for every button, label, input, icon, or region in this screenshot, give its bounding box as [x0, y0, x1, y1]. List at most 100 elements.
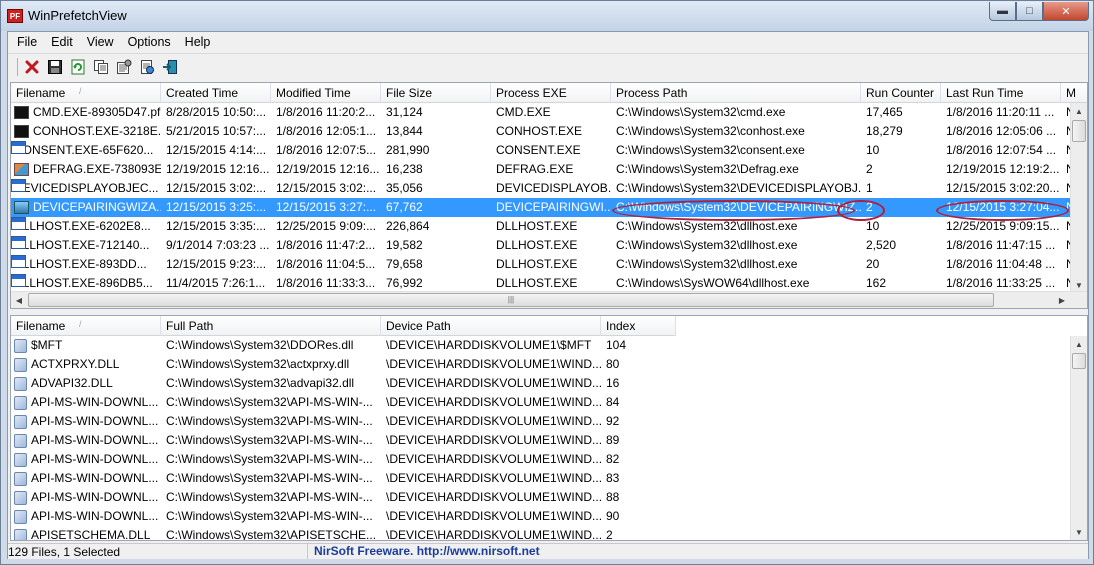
html-report-button[interactable]: [137, 57, 157, 77]
column-header-filename[interactable]: Filename /: [11, 316, 161, 336]
close-button[interactable]: ✕: [1043, 2, 1089, 21]
cell-text: 1/8/2016 11:04:48 ...: [946, 257, 1056, 271]
table-row[interactable]: DEFRAG.EXE-738093E... 12/19/2015 12:16...…: [11, 160, 1087, 179]
cell-text: 88: [606, 490, 620, 504]
cell-filename: CONSENT.EXE-65F620...: [11, 141, 161, 160]
menu-edit[interactable]: Edit: [44, 32, 80, 52]
cell-index: 83: [601, 469, 676, 488]
cell-text: 281,990: [386, 143, 430, 157]
table-row[interactable]: DLLHOST.EXE-712140... 9/1/2014 7:03:23 ..…: [11, 236, 1087, 255]
menu-help[interactable]: Help: [178, 32, 218, 52]
cell-text: 12/15/2015 3:02:...: [276, 181, 377, 195]
table-row[interactable]: DLLHOST.EXE-6202E8... 12/15/2015 3:35:...…: [11, 217, 1087, 236]
column-header-filename[interactable]: Filename /: [11, 83, 161, 103]
scroll-thumb[interactable]: [1072, 353, 1086, 369]
column-header-process-path[interactable]: Process Path: [611, 83, 861, 103]
table-row[interactable]: API-MS-WIN-DOWNL... C:\Windows\System32\A…: [11, 431, 676, 450]
cell-filename: API-MS-WIN-DOWNL...: [11, 412, 161, 431]
table-row[interactable]: API-MS-WIN-DOWNL... C:\Windows\System32\A…: [11, 507, 676, 526]
column-header-label: Device Path: [386, 319, 451, 333]
table-row[interactable]: API-MS-WIN-DOWNL... C:\Windows\System32\A…: [11, 450, 676, 469]
column-header-process-exe[interactable]: Process EXE: [491, 83, 611, 103]
cell-text: \DEVICE\HARDDISKVOLUME1\WIND...: [386, 433, 601, 447]
hscroll-thumb[interactable]: |||: [28, 293, 994, 307]
cell-text: C:\Windows\System32\API-MS-WIN-...: [166, 414, 373, 428]
table-row[interactable]: CMD.EXE-89305D47.pf 8/28/2015 10:50:... 1/…: [11, 103, 1087, 122]
column-header-created-time[interactable]: Created Time: [161, 83, 271, 103]
prefetch-list-vscroll[interactable]: ▲ ▼: [1070, 103, 1087, 293]
cell-text: 18,279: [866, 124, 903, 138]
table-row[interactable]: API-MS-WIN-DOWNL... C:\Windows\System32\A…: [11, 412, 676, 431]
cell-text: C:\Windows\System32\API-MS-WIN-...: [166, 471, 373, 485]
title-bar[interactable]: PF WinPrefetchView ▬ □ ✕: [1, 1, 1093, 31]
dll-file-icon: [14, 471, 27, 486]
exit-button[interactable]: [160, 57, 180, 77]
cell-text: C:\Windows\System32\cmd.exe: [616, 105, 786, 119]
cell-text: 12/15/2015 4:14:...: [166, 143, 267, 157]
cell-text: 226,864: [386, 219, 430, 233]
cell-created-time: 5/21/2015 10:57:...: [161, 122, 271, 141]
cell-run-counter: 2,520: [861, 236, 941, 255]
scroll-down-icon[interactable]: ▼: [1071, 524, 1087, 540]
properties-button[interactable]: [114, 57, 134, 77]
cell-text: DLLHOST.EXE: [496, 238, 578, 252]
menu-view[interactable]: View: [80, 32, 121, 52]
save-button[interactable]: [45, 57, 65, 77]
table-row[interactable]: DLLHOST.EXE-893DD... 12/15/2015 9:23:... 1…: [11, 255, 1087, 274]
cell-full-path: C:\Windows\System32\API-MS-WIN-...: [161, 431, 381, 450]
app-icon: PF: [7, 9, 23, 23]
table-row[interactable]: API-MS-WIN-DOWNL... C:\Windows\System32\A…: [11, 393, 676, 412]
cell-index: 82: [601, 450, 676, 469]
cell-filename: DLLHOST.EXE-6202E8...: [11, 217, 161, 236]
column-header-file-size[interactable]: File Size: [381, 83, 491, 103]
table-row[interactable]: API-MS-WIN-DOWNL... C:\Windows\System32\A…: [11, 488, 676, 507]
column-header-run-counter[interactable]: Run Counter: [861, 83, 941, 103]
minimize-button[interactable]: ▬: [989, 2, 1016, 21]
menu-options[interactable]: Options: [121, 32, 178, 52]
cell-text: 12/15/2015 3:02:20...: [946, 181, 1060, 195]
program-icon: [11, 236, 26, 249]
cell-text: C:\Windows\System32\APISETSCHE...: [166, 528, 377, 541]
cell-text: ADVAPI32.DLL: [31, 376, 113, 390]
prefetch-files-list[interactable]: Filename / Created Time Modified Time File S…: [10, 82, 1088, 309]
nirsoft-link[interactable]: NirSoft Freeware. http://www.nirsoft.net: [308, 544, 540, 559]
table-row[interactable]: CONHOST.EXE-3218E... 5/21/2015 10:57:... 1…: [11, 122, 1087, 141]
cell-process-exe: DEVICEPAIRINGWI...: [491, 198, 611, 217]
menu-file[interactable]: File: [10, 32, 44, 52]
referenced-files-list[interactable]: Filename / Full Path Device Path Index $MFT C…: [10, 315, 1088, 541]
cell-text: DEFRAG.EXE-738093E...: [33, 162, 161, 176]
cell-text: API-MS-WIN-DOWNL...: [31, 452, 159, 466]
prefetch-list-hscroll[interactable]: ◀ ||| ▶: [11, 291, 1087, 308]
column-header-modified-time[interactable]: Modified Time: [271, 83, 381, 103]
delete-button[interactable]: [22, 57, 42, 77]
cell-last-run-time: 12/15/2015 3:02:20...: [941, 179, 1061, 198]
column-header-m[interactable]: M: [1061, 83, 1087, 103]
cell-text: 67,762: [386, 200, 423, 214]
column-header-full-path[interactable]: Full Path: [161, 316, 381, 336]
table-row[interactable]: $MFT C:\Windows\System32\DDORes.dll \DEVIC…: [11, 336, 676, 355]
scroll-left-icon[interactable]: ◀: [11, 292, 27, 308]
scroll-up-icon[interactable]: ▲: [1071, 103, 1087, 119]
cell-filename: DEVICEDISPLAYOBJEC...: [11, 179, 161, 198]
table-row-selected[interactable]: DEVICEPAIRINGWIZA... 12/15/2015 3:25:... 1…: [11, 198, 1087, 217]
column-header-last-run-time[interactable]: Last Run Time: [941, 83, 1061, 103]
column-header-index[interactable]: Index: [601, 316, 676, 336]
table-row[interactable]: ADVAPI32.DLL C:\Windows\System32\advapi32…: [11, 374, 676, 393]
scroll-thumb[interactable]: [1072, 120, 1086, 142]
table-row[interactable]: APISETSCHEMA.DLL C:\Windows\System32\APIS…: [11, 526, 676, 541]
cell-text: 31,124: [386, 105, 423, 119]
column-header-device-path[interactable]: Device Path: [381, 316, 601, 336]
cell-file-size: 13,844: [381, 122, 491, 141]
table-row[interactable]: DEVICEDISPLAYOBJEC... 12/15/2015 3:02:...…: [11, 179, 1087, 198]
cell-text: C:\Windows\System32\API-MS-WIN-...: [166, 395, 373, 409]
table-row[interactable]: API-MS-WIN-DOWNL... C:\Windows\System32\A…: [11, 469, 676, 488]
refresh-button[interactable]: [68, 57, 88, 77]
copy-button[interactable]: [91, 57, 111, 77]
referenced-list-vscroll[interactable]: ▲ ▼: [1070, 336, 1087, 540]
scroll-up-icon[interactable]: ▲: [1071, 336, 1087, 352]
table-row[interactable]: ACTXPRXY.DLL C:\Windows\System32\actxprxy…: [11, 355, 676, 374]
table-row[interactable]: CONSENT.EXE-65F620... 12/15/2015 4:14:...…: [11, 141, 1087, 160]
maximize-button[interactable]: □: [1016, 2, 1043, 21]
scroll-right-icon[interactable]: ▶: [1054, 292, 1070, 308]
copy-icon: [94, 59, 108, 74]
